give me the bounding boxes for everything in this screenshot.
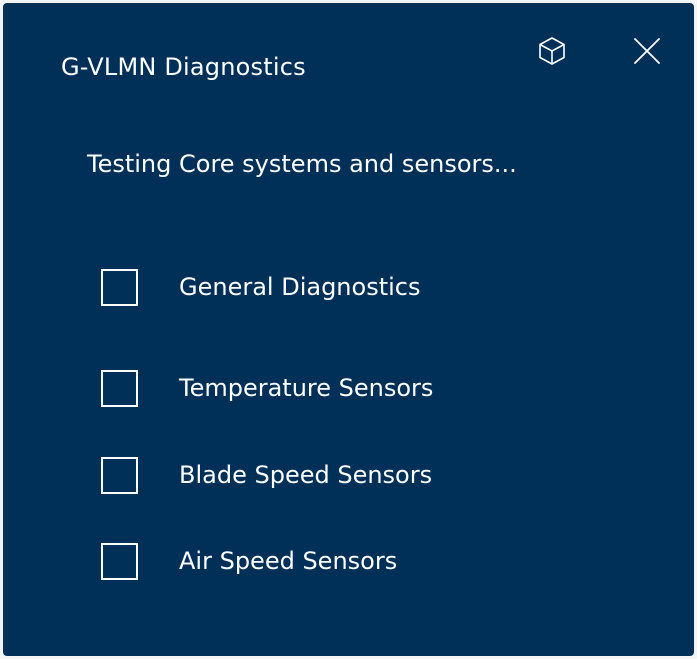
checklist-item-air-speed-sensors[interactable]: Air Speed Sensors <box>101 540 397 582</box>
cube-icon <box>539 37 565 65</box>
checkbox[interactable] <box>101 369 138 407</box>
checklist-item-label: Air Speed Sensors <box>179 547 398 575</box>
dialog-title: G-VLMN Diagnostics <box>61 53 306 81</box>
checklist-item-blade-speed-sensors[interactable]: Blade Speed Sensors <box>101 454 432 496</box>
close-button[interactable] <box>627 31 667 71</box>
status-message: Testing Core systems and sensors... <box>87 150 517 178</box>
checklist-item-label: Blade Speed Sensors <box>179 461 433 489</box>
checkbox[interactable] <box>101 542 138 580</box>
cube-button[interactable] <box>532 31 572 71</box>
checklist-item-label: General Diagnostics <box>179 273 421 301</box>
checkbox[interactable] <box>101 456 138 494</box>
checklist-item-temperature-sensors[interactable]: Temperature Sensors <box>101 367 433 409</box>
checkbox[interactable] <box>101 268 138 306</box>
checklist-item-general-diagnostics[interactable]: General Diagnostics <box>101 266 420 308</box>
checklist-item-label: Temperature Sensors <box>179 374 434 402</box>
diagnostics-dialog: G-VLMN Diagnostics Testing Core systems … <box>3 3 694 656</box>
close-icon <box>634 38 660 64</box>
